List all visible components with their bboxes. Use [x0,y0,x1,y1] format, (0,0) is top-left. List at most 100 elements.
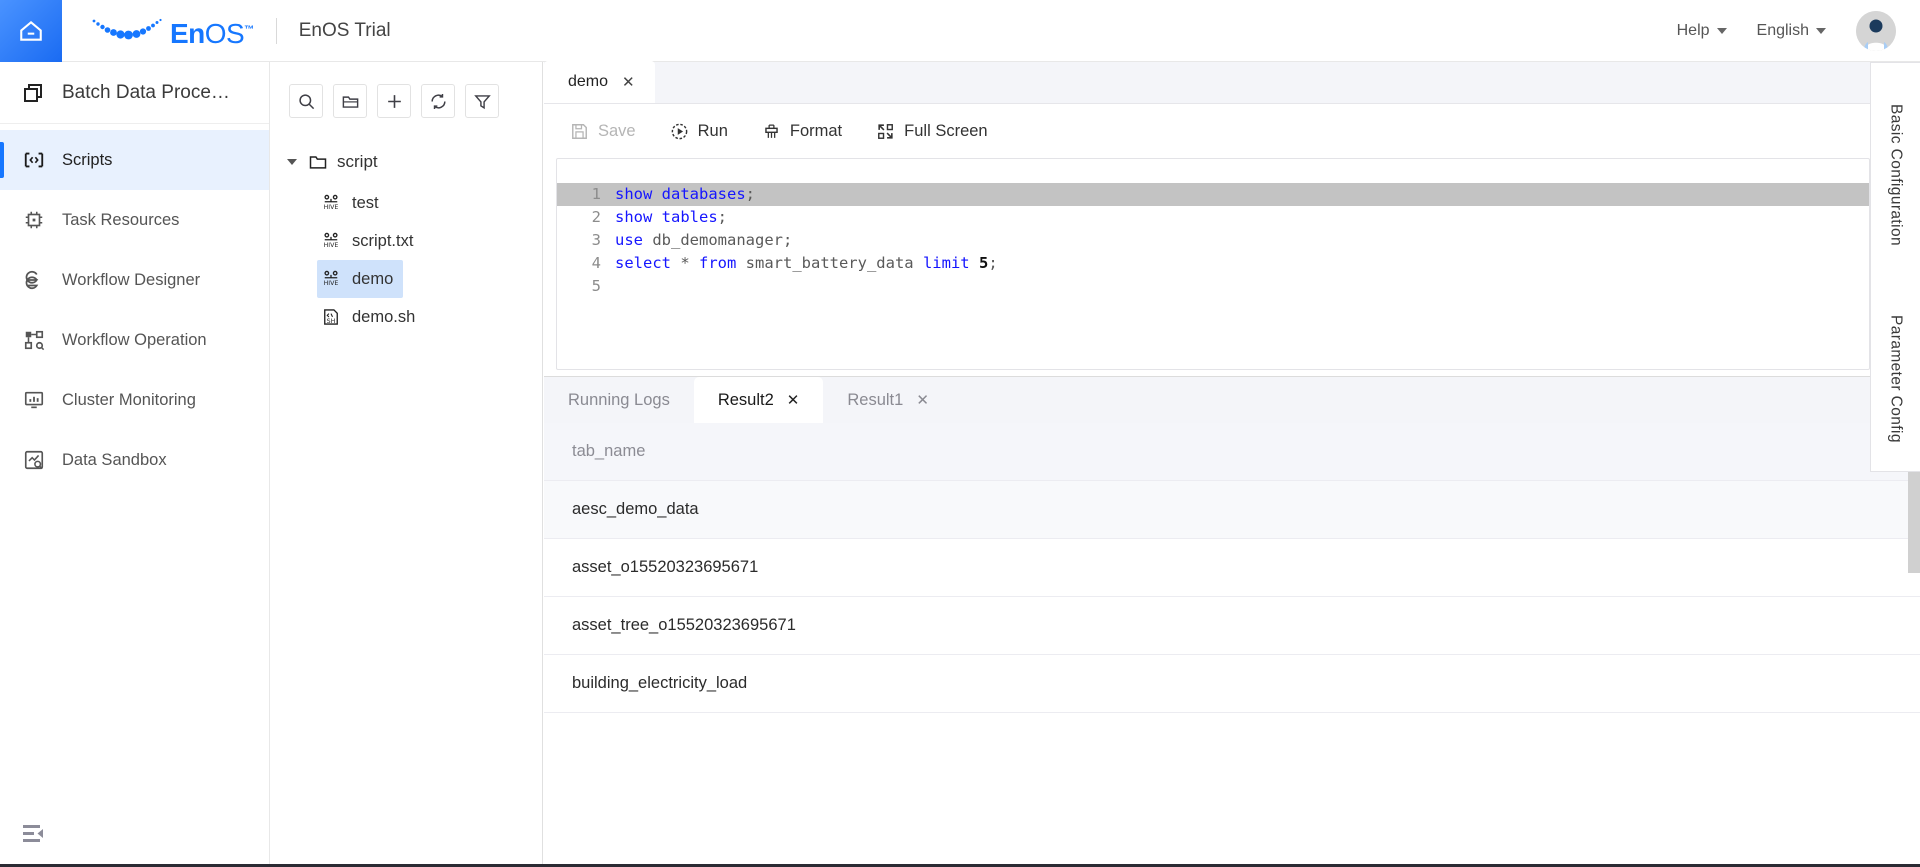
run-button[interactable]: Run [670,122,728,141]
brand-divider [276,18,277,44]
tree-item-demo-sh[interactable]: SH demo.sh [317,298,425,336]
refresh-icon [429,92,448,111]
chevron-down-icon [1816,28,1826,34]
sidebar-item-cluster-monitoring[interactable]: Cluster Monitoring [0,370,269,430]
tree-item-demo[interactable]: HIVE demo [317,260,403,298]
tree-item-test[interactable]: HIVE test [317,184,389,222]
sidebar-item-task-resources[interactable]: Task Resources [0,190,269,250]
file-tree-toolbar [271,62,542,118]
svg-text:HIVE: HIVE [324,280,339,287]
right-tab-label: Parameter Config [1887,315,1905,443]
results-tabstrip: Running Logs Result2 ✕ Result1 ✕ [544,377,1920,423]
enos-logo: EnOS™ [88,14,254,48]
sidebar-item-label: Workflow Operation [62,331,207,350]
code-editor-wrap: 1 show databases; 2 show tables; 3 use d… [544,158,1920,370]
hive-file-icon: HIVE [321,269,341,289]
enos-dots-icon [88,14,164,48]
new-folder-icon [341,92,360,111]
search-button[interactable] [289,84,323,118]
code-editor[interactable]: 1 show databases; 2 show tables; 3 use d… [556,158,1870,370]
home-button[interactable] [0,0,62,62]
language-label: English [1757,22,1809,40]
svg-text:HIVE: HIVE [324,204,339,211]
sidebar-item-workflow-operation[interactable]: Workflow Operation [0,310,269,370]
sidebar-item-workflow-designer[interactable]: Workflow Designer [0,250,269,310]
editor-tab-demo[interactable]: demo ✕ [544,61,655,103]
stacked-windows-icon [22,81,46,105]
editor-toolbar: Save Run Format [544,104,1920,158]
app-root: EnOS™ EnOS Trial Help English [0,0,1920,867]
cell-tab-name: aesc_demo_data [572,500,699,519]
result-tab-label: Result2 [718,391,774,410]
cell-tab-name: asset_o15520323695671 [572,558,758,577]
sidebar-item-data-sandbox[interactable]: Data Sandbox [0,430,269,490]
tree-item-script-txt[interactable]: HIVE script.txt [317,222,423,260]
save-button[interactable]: Save [570,122,636,141]
right-tab-label: Basic Configuration [1887,104,1905,246]
sh-file-icon: SH [321,307,341,327]
fullscreen-button[interactable]: Full Screen [876,122,987,141]
language-menu[interactable]: English [1757,22,1826,40]
close-icon[interactable]: ✕ [622,75,635,90]
result-tab-label: Running Logs [568,391,670,410]
monitor-chart-icon [22,388,46,412]
format-button[interactable]: Format [762,122,842,141]
collapse-sidebar-button[interactable] [22,823,48,845]
line-text: show databases; [615,183,755,206]
run-icon [670,122,689,141]
product-title: EnOS Trial [299,20,391,42]
fullscreen-icon [876,122,895,141]
table-row[interactable]: asset_tree_o15520323695671 [544,597,1920,655]
sidebar-app-header[interactable]: Batch Data Proce… [0,62,269,124]
table-row[interactable]: asset_o15520323695671 [544,539,1920,597]
table-row[interactable]: aesc_demo_data [544,481,1920,539]
tree-item-label: demo.sh [352,308,415,327]
help-label: Help [1677,22,1710,40]
avatar[interactable] [1856,11,1896,51]
run-label: Run [698,122,728,141]
collapse-sidebar-icon [22,823,48,845]
refresh-button[interactable] [421,84,455,118]
format-brush-icon [762,122,781,141]
table-row[interactable]: building_electricity_load [544,655,1920,713]
line-number: 2 [557,206,615,229]
code-line: 5 [557,275,1869,298]
tree-folder-script[interactable]: script [271,140,542,184]
results-panel: Running Logs Result2 ✕ Result1 ✕ tab_nam… [544,376,1920,867]
tab-result1[interactable]: Result1 ✕ [823,377,953,423]
tab-running-logs[interactable]: Running Logs [544,377,694,423]
code-content[interactable]: 1 show databases; 2 show tables; 3 use d… [557,159,1869,298]
sidebar-nav: Scripts Task Resources [0,124,269,490]
file-tree: script HIVE test HIVE script.txt [271,118,542,336]
tab-result2[interactable]: Result2 ✕ [694,377,824,423]
new-folder-button[interactable] [333,84,367,118]
tab-basic-configuration[interactable]: Basic Configuration [1870,62,1920,288]
file-tree-panel: script HIVE test HIVE script.txt [271,62,543,867]
chevron-down-icon [1717,28,1727,34]
tree-folder-label: script [337,152,378,172]
help-menu[interactable]: Help [1677,22,1727,40]
workflow-link-icon [22,268,46,292]
brand-area[interactable]: EnOS™ EnOS Trial [62,14,391,48]
workflow-nodes-icon [22,328,46,352]
add-button[interactable] [377,84,411,118]
sandbox-search-icon [22,448,46,472]
hive-file-icon: HIVE [321,193,341,213]
sidebar-app-label: Batch Data Proce… [62,82,230,104]
line-number: 1 [557,183,615,206]
results-table: tab_name aesc_demo_data asset_o155203236… [544,423,1920,713]
search-icon [297,92,316,111]
chip-icon [22,208,46,232]
filter-button[interactable] [465,84,499,118]
close-icon[interactable]: ✕ [916,391,929,409]
save-icon [570,122,589,141]
enos-wordmark: EnOS™ [170,20,254,48]
code-brackets-icon [22,148,46,172]
sidebar-item-label: Scripts [62,151,112,170]
tab-parameter-config[interactable]: Parameter Config [1870,287,1920,472]
sidebar-item-scripts[interactable]: Scripts [0,130,269,190]
close-icon[interactable]: ✕ [787,391,800,409]
filter-icon [473,92,492,111]
svg-text:SH: SH [327,318,336,325]
editor-tab-label: demo [568,73,608,91]
